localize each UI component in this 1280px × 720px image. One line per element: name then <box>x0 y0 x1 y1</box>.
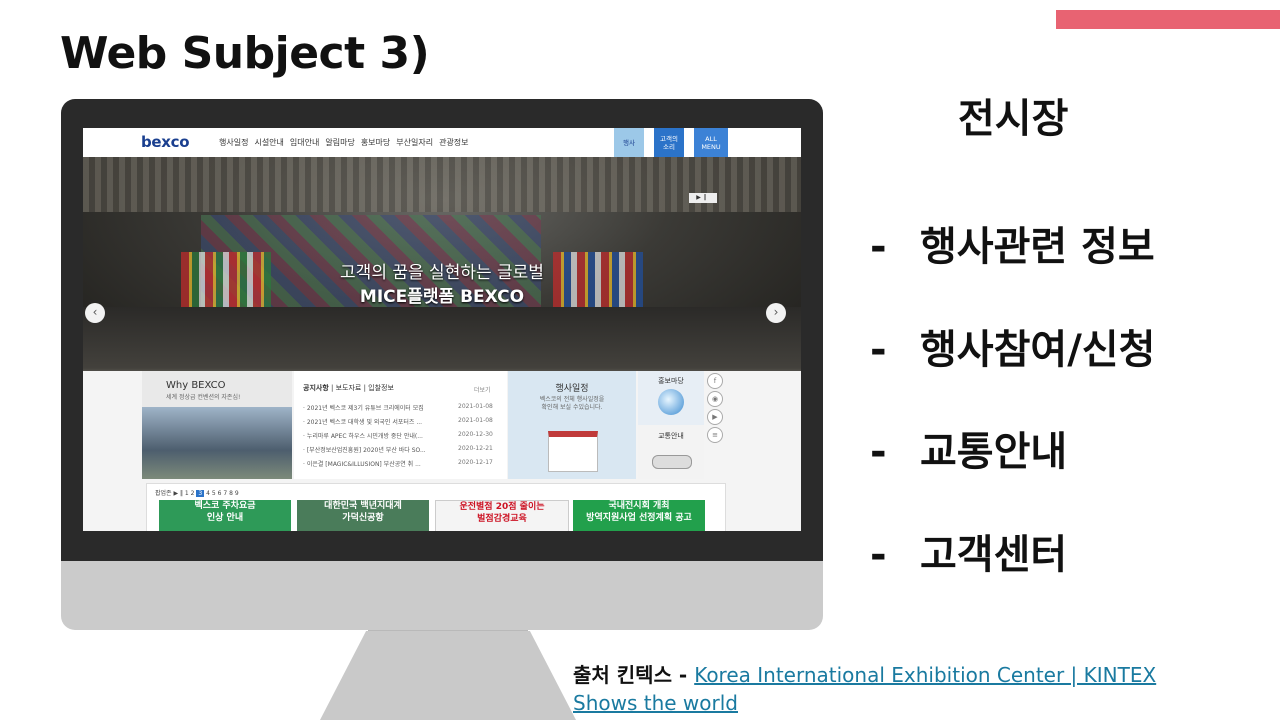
car-icon <box>652 455 692 469</box>
banner-parking[interactable]: 벡스코 주차요금 인상 안내 <box>159 500 291 531</box>
website-screenshot: bexco 행사일정 시설안내 임대안내 알림마당 홍보마당 부산일자리 관광정… <box>83 128 801 531</box>
notice-date: 2020-12-30 <box>458 431 493 438</box>
slide-play-pause-icon[interactable]: ▶‖ <box>689 193 717 203</box>
page-link[interactable]: 5 <box>212 490 216 497</box>
menu-item[interactable]: 관광정보 <box>439 137 468 148</box>
calendar-icon <box>548 431 598 472</box>
menu-item[interactable]: 임대안내 <box>290 137 319 148</box>
item-label: 행사참여/신청 <box>920 327 1156 373</box>
banner-education[interactable]: 운전별점 20점 줄이는 벌점감경교육 <box>435 500 569 531</box>
logo-text: bexco <box>141 133 190 151</box>
site-logo[interactable]: bexco <box>141 133 190 151</box>
notice-date: 2020-12-17 <box>458 459 493 466</box>
page-link[interactable]: 4 <box>206 490 210 497</box>
youtube-icon[interactable]: ▶ <box>707 409 723 425</box>
monitor-stand <box>320 631 576 720</box>
accent-bar <box>1056 10 1280 29</box>
list-item: - 행사관련 정보 <box>870 214 1155 272</box>
traffic-title: 교통안내 <box>658 432 684 440</box>
list-item: - 교통안내 <box>870 419 1067 477</box>
hero-table <box>83 307 801 371</box>
item-label: 교통안내 <box>920 429 1068 475</box>
hero-headline: 고객의 꿈을 실현하는 글로벌 <box>340 263 544 283</box>
instagram-icon[interactable]: ◉ <box>707 391 723 407</box>
bullet: - <box>870 532 887 578</box>
list-item: - 행사참여/신청 <box>870 317 1155 375</box>
all-menu-button[interactable]: ALL MENU <box>694 128 728 157</box>
panel-heading: 전시장 <box>958 96 1069 142</box>
page-link[interactable]: 9 <box>235 490 239 497</box>
quick-voice-label: 고객의 소리 <box>660 134 678 151</box>
page-link-active[interactable]: 3 <box>196 490 205 497</box>
notice-text: 2021년 벡스코 대학생 및 외국인 서포터즈 ... <box>306 419 423 426</box>
item-label: 고객센터 <box>920 532 1068 578</box>
notice-text: 2021년 벡스코 제3기 유튜브 크리에이터 모집 <box>306 405 424 412</box>
list-item[interactable]: · 이은결 [MAGIC&ILLUSION] 부산공연 취 ... 2020-12… <box>303 459 503 468</box>
quick-voice-button[interactable]: 고객의 소리 <box>654 128 684 157</box>
site-menu: 행사일정 시설안내 임대안내 알림마당 홍보마당 부산일자리 관광정보 <box>219 137 469 148</box>
page-link[interactable]: 2 <box>191 490 195 497</box>
page-link[interactable]: 6 <box>218 490 222 497</box>
bullet: - <box>870 327 887 373</box>
slide-title: Web Subject 3) <box>60 28 430 79</box>
page-link[interactable]: 8 <box>229 490 233 497</box>
source-label: 출처 킨텍스 - <box>573 663 695 687</box>
hero-subheadline: MICE플랫폼 BEXCO <box>359 287 525 307</box>
traffic-card[interactable]: 교통안내 <box>638 425 704 479</box>
globe-icon <box>658 389 684 415</box>
bullet: - <box>870 429 887 475</box>
banner-exhibition[interactable]: 국내전시회 개최 방역지원사업 선정계획 공고 <box>573 500 705 531</box>
notice-date: 2020-12-21 <box>458 445 493 452</box>
pager-label: 팝업존 <box>155 490 172 497</box>
menu-item[interactable]: 행사일정 <box>219 137 248 148</box>
popup-pager: 팝업존 ▶ ‖ 1 2 3 4 5 6 7 8 9 <box>155 490 239 497</box>
list-item[interactable]: · [부산정보산업진흥원] 2020년 부산 바다 SO... 2020-12-2… <box>303 445 503 454</box>
list-item[interactable]: · 2021년 벡스코 제3기 유튜브 크리에이터 모집 2021-01-08 <box>303 403 503 412</box>
monitor-chin <box>61 561 823 630</box>
promo-card[interactable]: 홍보마당 <box>638 371 704 425</box>
schedule-card[interactable]: 행사일정 벡스코의 전체 행사일정을 확인해 보실 수있습니다. <box>508 371 636 479</box>
list-item[interactable]: · 2021년 벡스코 대학생 및 외국인 서포터즈 ... 2021-01-08 <box>303 417 503 426</box>
menu-item[interactable]: 홍보마당 <box>361 137 390 148</box>
facebook-icon[interactable]: f <box>707 373 723 389</box>
notice-date: 2021-01-08 <box>458 417 493 424</box>
menu-item[interactable]: 부산일자리 <box>396 137 433 148</box>
all-menu-label: ALL MENU <box>701 134 721 151</box>
menu-item[interactable]: 시설안내 <box>254 137 283 148</box>
why-title: Why BEXCO <box>166 380 226 391</box>
page-link[interactable]: 7 <box>223 490 227 497</box>
source-citation: 출처 킨텍스 - Korea International Exhibition … <box>573 661 1213 717</box>
tab-bid[interactable]: 입찰정보 <box>368 384 394 392</box>
notice-text: 이은결 [MAGIC&ILLUSION] 부산공연 취 ... <box>306 461 421 468</box>
tab-press[interactable]: 보도자료 <box>336 384 362 392</box>
blog-icon[interactable]: ≡ <box>707 427 723 443</box>
schedule-subtitle: 벡스코의 전체 행사일정을 확인해 보실 수있습니다. <box>539 396 605 411</box>
site-header: bexco 행사일정 시설안내 임대안내 알림마당 홍보마당 부산일자리 관광정… <box>83 128 801 158</box>
page-link[interactable]: 1 <box>185 490 189 497</box>
menu-item[interactable]: 알림마당 <box>325 137 354 148</box>
schedule-title: 행사일정 <box>555 384 589 394</box>
building-image <box>142 407 292 479</box>
notice-board: 공지사항 | 보도자료 | 입찰정보 더보기 · 2021년 벡스코 제3기 유… <box>294 371 507 479</box>
list-item[interactable]: · 누리마루 APEC 하우스 시민개방 중단 안내(... 2020-12-30 <box>303 431 503 440</box>
list-item: - 고객센터 <box>870 522 1067 580</box>
notice-tabs: 공지사항 | 보도자료 | 입찰정보 <box>303 384 394 392</box>
chevron-left-icon[interactable]: ‹ <box>85 303 105 323</box>
tab-notice[interactable]: 공지사항 <box>303 384 329 392</box>
banner-airport[interactable]: 대한민국 백년지대계 가덕신공항 <box>297 500 429 531</box>
chevron-right-icon[interactable]: › <box>766 303 786 323</box>
hero-banner: 고객의 꿈을 실현하는 글로벌 MICE플랫폼 BEXCO ‹ › ▶‖ <box>83 157 801 371</box>
more-link[interactable]: 더보기 <box>474 385 491 394</box>
notice-text: [부산정보산업진흥원] 2020년 부산 바다 SO... <box>306 447 426 454</box>
bullet: - <box>870 224 887 270</box>
item-label: 행사관련 정보 <box>920 224 1155 270</box>
promo-title: 홍보마당 <box>658 377 684 385</box>
why-subtitle: 세계 정상급 컨벤션의 자존심! <box>166 394 241 401</box>
notice-date: 2021-01-08 <box>458 403 493 410</box>
quick-event-button[interactable]: 행사 <box>614 128 644 157</box>
why-bexco-card[interactable]: Why BEXCO 세계 정상급 컨벤션의 자존심! <box>142 371 292 479</box>
notice-text: 누리마루 APEC 하우스 시민개방 중단 안내(... <box>306 433 423 440</box>
popup-zone: 팝업존 ▶ ‖ 1 2 3 4 5 6 7 8 9 벡스코 주차요금 인상 안내… <box>146 483 726 531</box>
hero-ceiling <box>83 157 801 212</box>
